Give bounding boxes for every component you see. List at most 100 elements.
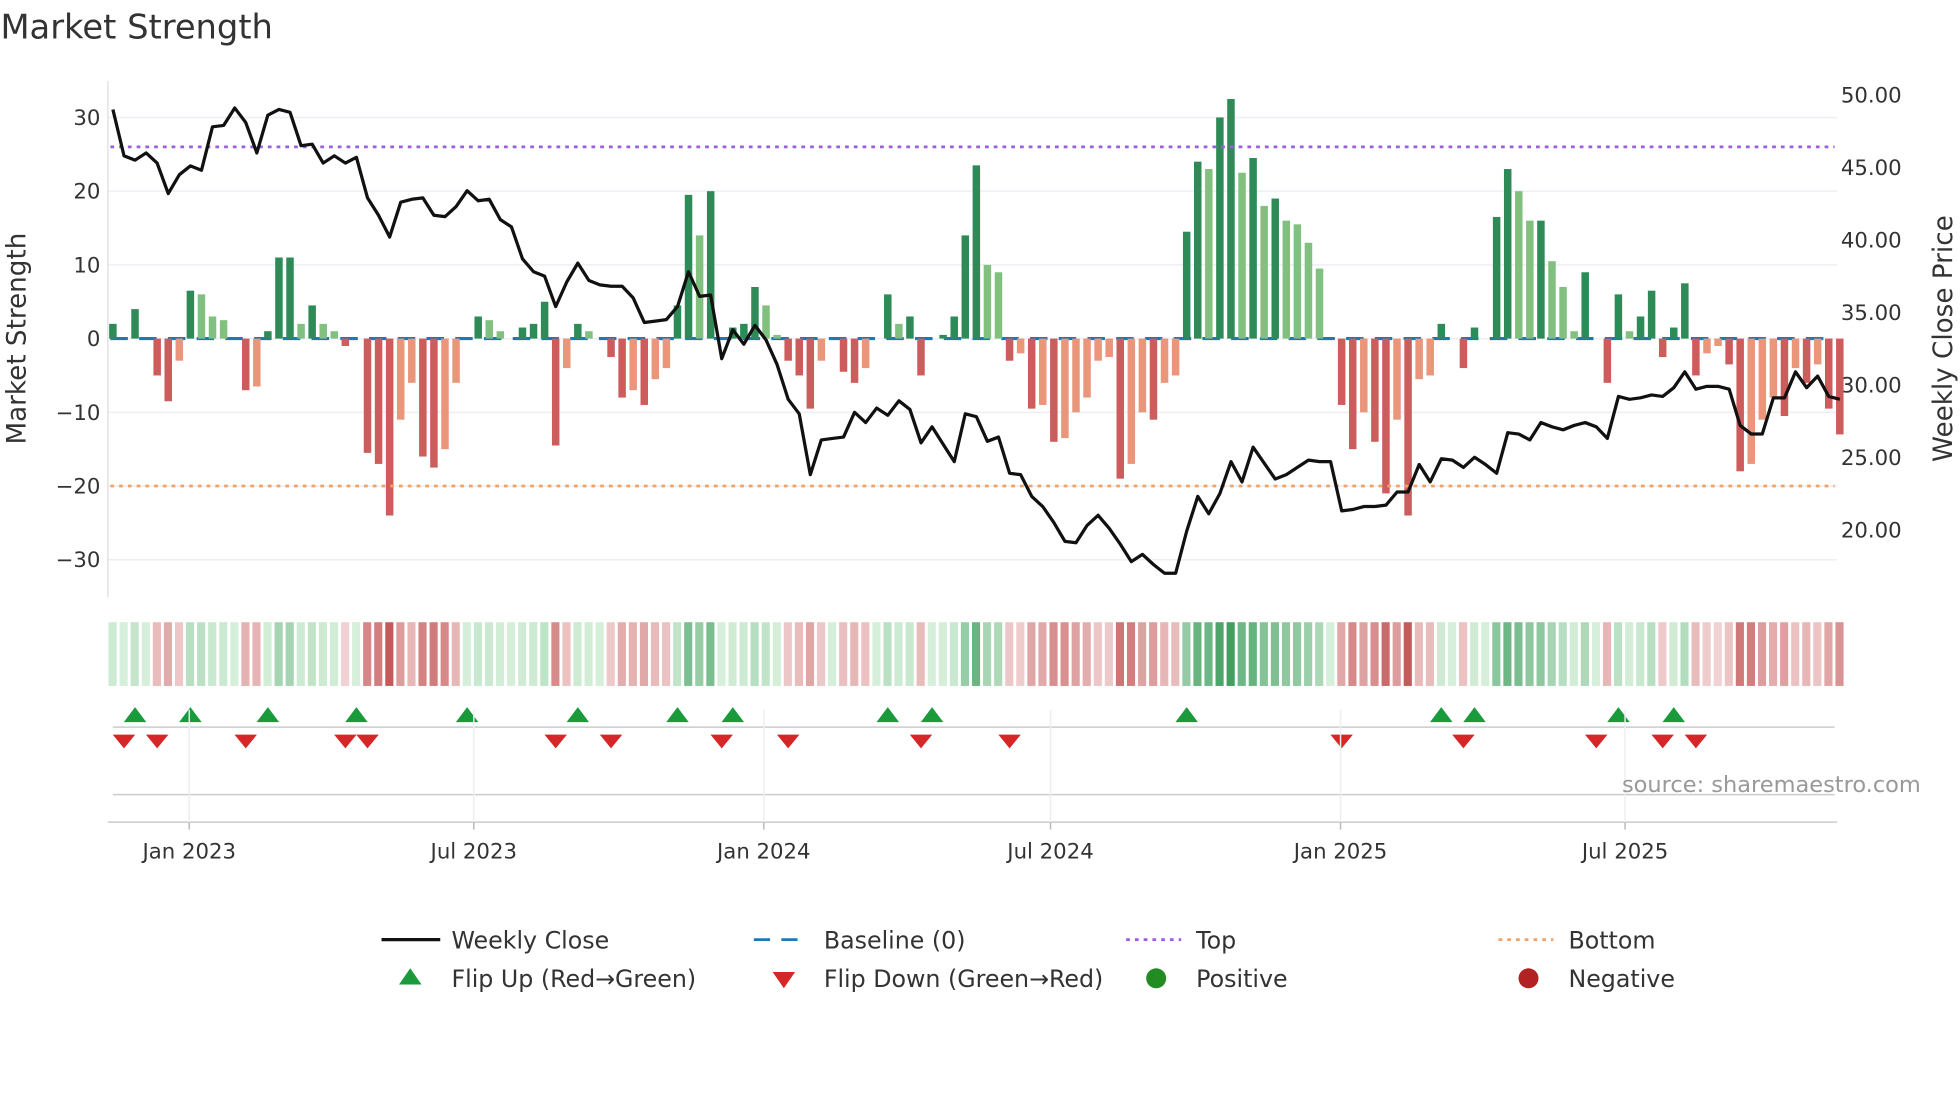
strength-bar xyxy=(374,338,383,464)
y-tick-label: 0 xyxy=(87,327,101,352)
flip-up-marker xyxy=(566,707,590,723)
source-credit: source: sharemaestro.com xyxy=(1622,772,1921,798)
strength-bar xyxy=(1382,338,1390,494)
right-y-ticks: 50.00 45.00 40.00 35.00 30.00 25.00 20.00 xyxy=(1841,83,1902,543)
strength-bar xyxy=(197,294,206,339)
flip-down-marker xyxy=(1585,734,1608,749)
y2-tick-label: 45.00 xyxy=(1841,156,1902,181)
strip-cell xyxy=(507,622,516,686)
strip-cell xyxy=(628,622,637,686)
strength-bar xyxy=(1670,327,1678,339)
strip-cell xyxy=(1746,622,1755,686)
strip-cell xyxy=(1138,622,1147,686)
strength-bar xyxy=(330,331,339,339)
strip-cell xyxy=(1071,622,1080,686)
strength-bar xyxy=(684,194,693,339)
strength-bar xyxy=(1371,338,1379,442)
strength-bar xyxy=(1559,286,1567,339)
flip-up-marker xyxy=(666,707,689,723)
strip-cell xyxy=(971,622,981,686)
y2-tick-label: 30.00 xyxy=(1841,373,1902,398)
strip-cell xyxy=(540,622,549,686)
strength-bar xyxy=(1747,338,1755,464)
strength-bar xyxy=(806,338,815,409)
strip-cell xyxy=(1536,622,1545,686)
strength-bar xyxy=(1658,338,1667,358)
strip-cell xyxy=(1658,622,1667,686)
strength-bar xyxy=(1249,157,1257,339)
strip-cell xyxy=(1735,622,1744,686)
strip-cell xyxy=(983,622,992,686)
strength-bar xyxy=(186,290,195,339)
strength-bar xyxy=(950,316,958,339)
strip-cell xyxy=(1757,622,1767,686)
strength-bar xyxy=(850,338,859,383)
strength-bar xyxy=(1337,338,1346,405)
strip-cell xyxy=(861,622,870,686)
strength-bar xyxy=(1039,338,1047,405)
strip-cell xyxy=(1337,622,1346,686)
strength-bar xyxy=(1459,338,1468,369)
y-axis-label: Market Strength xyxy=(2,233,32,445)
flip-up-marker xyxy=(123,707,147,723)
strength-bar xyxy=(1515,191,1523,339)
strength-bar xyxy=(1492,216,1501,339)
flip-down-marker xyxy=(544,734,567,749)
legend: Weekly Close Baseline (0) Top Bottom Fli… xyxy=(381,926,1675,993)
strength-bar xyxy=(740,323,748,339)
strip-cell xyxy=(1093,622,1102,686)
x-tick-label: Jul 2023 xyxy=(429,839,517,864)
strip-cell xyxy=(241,622,250,686)
strip-cell xyxy=(1470,622,1479,686)
flip-up-marker xyxy=(455,707,479,723)
strip-cell xyxy=(1691,622,1700,686)
flip-down-marker xyxy=(234,734,257,749)
strength-bar xyxy=(518,327,527,339)
strength-bar xyxy=(640,338,649,405)
strip-cell xyxy=(462,622,471,686)
strength-bar xyxy=(906,316,914,339)
flip-down-marker xyxy=(710,734,733,749)
strip-cell xyxy=(440,622,449,686)
strip-cell xyxy=(495,622,505,686)
strength-bar xyxy=(297,323,305,339)
strength-bar xyxy=(109,323,117,339)
strip-cell xyxy=(960,622,970,686)
strength-bar xyxy=(275,257,283,339)
strength-bar xyxy=(452,338,460,383)
strip-cell xyxy=(119,622,128,686)
strip-cell xyxy=(1049,622,1058,686)
strength-bar xyxy=(164,338,172,402)
strip-cell xyxy=(230,622,239,686)
strip-cell xyxy=(794,622,803,686)
legend-label: Flip Up (Red→Green) xyxy=(451,965,696,993)
y-tick-label: 30 xyxy=(73,106,100,131)
strength-bar xyxy=(1160,338,1169,383)
strip-cell xyxy=(1558,622,1567,686)
strip-cell xyxy=(1193,622,1202,686)
strength-bar xyxy=(308,305,316,339)
strip-cell xyxy=(363,622,372,686)
strength-bar xyxy=(1692,338,1700,376)
strength-bar xyxy=(529,323,538,339)
strip-cell xyxy=(263,622,272,686)
legend-label: Weekly Close xyxy=(451,926,609,954)
strength-bar xyxy=(1836,338,1844,435)
strip-cell xyxy=(429,622,438,686)
circle-icon xyxy=(1518,968,1539,989)
strip-cell xyxy=(662,622,671,686)
strength-bar xyxy=(253,338,261,387)
strip-cell xyxy=(1204,622,1213,686)
strength-bar xyxy=(1182,231,1191,339)
strip-cell xyxy=(883,622,892,686)
strength-bar xyxy=(1526,220,1534,339)
strip-cell xyxy=(407,622,416,686)
x-tick-label: Jul 2025 xyxy=(1580,839,1668,864)
strip-cell xyxy=(1525,622,1534,686)
strip-cell xyxy=(1436,622,1446,686)
y2-tick-label: 35.00 xyxy=(1841,301,1902,326)
flip-up-marker xyxy=(1463,707,1486,723)
strip-cell xyxy=(518,622,527,686)
strip-cell xyxy=(484,622,494,686)
strength-bar xyxy=(994,272,1003,339)
